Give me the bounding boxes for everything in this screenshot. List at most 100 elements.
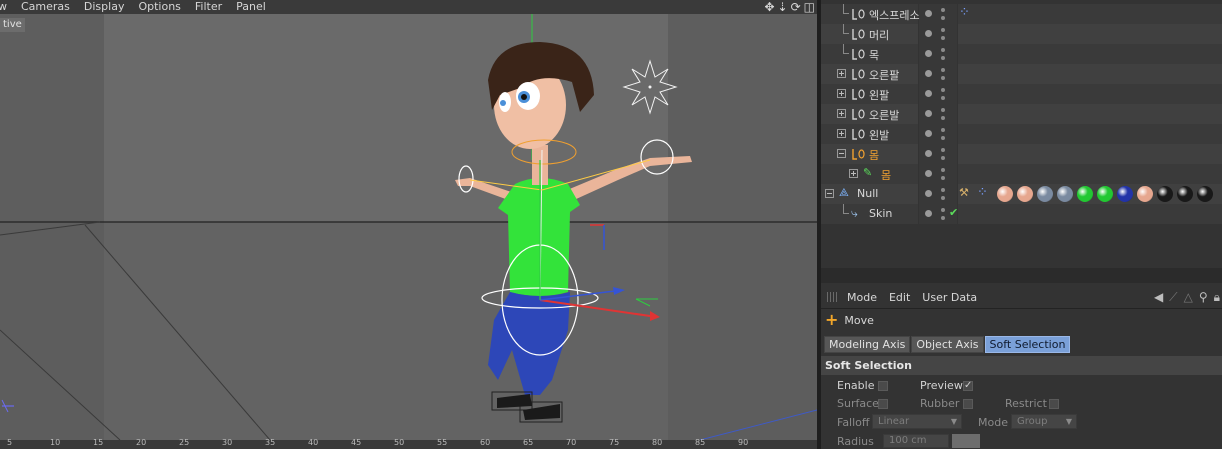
visibility-dot-icon[interactable] — [925, 30, 932, 37]
menu-view[interactable]: w — [0, 0, 7, 14]
render-dot-icon[interactable] — [941, 96, 945, 100]
render-dot-icon[interactable] — [941, 176, 945, 180]
surface-checkbox[interactable] — [878, 399, 888, 409]
render-dot-icon[interactable] — [941, 28, 945, 32]
visibility-dot-icon[interactable] — [925, 90, 932, 97]
black-mat-icon[interactable] — [1157, 186, 1173, 202]
render-dot-icon[interactable] — [941, 116, 945, 120]
visibility-dot-icon[interactable] — [925, 210, 932, 217]
visibility-dot-icon[interactable] — [925, 110, 932, 117]
render-dot-icon[interactable] — [941, 76, 945, 80]
expand-icon[interactable] — [849, 169, 858, 178]
tab-modeling-axis[interactable]: Modeling Axis — [824, 336, 911, 353]
object-row[interactable]: 목 — [821, 44, 1222, 64]
object-row[interactable]: ✎ 몸 — [821, 164, 1222, 184]
black-mat-icon[interactable] — [1197, 186, 1213, 202]
expand-icon[interactable] — [837, 129, 846, 138]
expand-icon[interactable] — [837, 109, 846, 118]
object-name[interactable]: 오른발 — [869, 107, 899, 123]
object-row[interactable]: 왼발 — [821, 124, 1222, 144]
arrow-left-icon[interactable]: ◀ — [1154, 290, 1163, 305]
object-manager[interactable]: 엑스프레소⁘머리목오른팔왼팔오른발왼발몸✎몸⟁Null⚒⁘⤷Skin✔ ◀ — [821, 0, 1222, 268]
object-row[interactable]: 오른발 — [821, 104, 1222, 124]
render-dot-icon[interactable] — [941, 8, 945, 12]
expand-icon[interactable] — [837, 69, 846, 78]
enable-checkbox[interactable] — [878, 381, 888, 391]
black-mat-icon[interactable] — [1177, 186, 1193, 202]
arrow-up-icon[interactable]: ⟋ — [1169, 290, 1177, 305]
zoom-icon[interactable]: ⇣ — [778, 0, 788, 14]
lock-icon[interactable]: 🔒︎ — [1214, 290, 1220, 305]
visibility-dot-icon[interactable] — [925, 50, 932, 57]
menu-cameras[interactable]: Cameras — [21, 0, 70, 14]
object-name[interactable]: Skin — [869, 207, 892, 220]
radius-field[interactable]: 100 cm — [883, 434, 949, 448]
viewport-panel[interactable]: w Cameras Display Options Filter Panel ✥… — [0, 0, 817, 449]
render-dot-icon[interactable] — [941, 148, 945, 152]
render-dot-icon[interactable] — [941, 196, 945, 200]
collapse-icon[interactable] — [825, 189, 834, 198]
phong-tag-icon[interactable]: ⚒ — [959, 186, 969, 199]
object-row[interactable]: 오른팔 — [821, 64, 1222, 84]
render-dot-icon[interactable] — [941, 16, 945, 20]
render-dot-icon[interactable] — [941, 216, 945, 220]
radius-slider[interactable] — [952, 434, 980, 448]
menu-user-data[interactable]: User Data — [922, 291, 977, 304]
object-row[interactable]: 엑스프레소 ⁘ — [821, 4, 1222, 24]
menu-panel[interactable]: Panel — [236, 0, 266, 14]
visibility-dot-icon[interactable] — [925, 190, 932, 197]
object-name[interactable]: 몸 — [869, 147, 879, 163]
skin-mat-icon[interactable] — [1137, 186, 1153, 202]
object-row[interactable]: ⤷ Skin ✔ — [821, 204, 1222, 224]
visibility-dot-icon[interactable] — [925, 10, 932, 17]
object-name[interactable]: 엑스프레소 — [869, 7, 920, 23]
object-name[interactable]: 몸 — [881, 167, 891, 183]
render-dot-icon[interactable] — [941, 168, 945, 172]
render-dot-icon[interactable] — [941, 208, 945, 212]
mode-dropdown[interactable]: Group ▼ — [1011, 414, 1077, 429]
eye-mat-icon[interactable] — [1057, 186, 1073, 202]
arrow-right-icon[interactable]: △ — [1184, 290, 1193, 305]
preview-checkbox[interactable]: ✓ — [963, 381, 973, 391]
visibility-dot-icon[interactable] — [925, 170, 932, 177]
menu-filter[interactable]: Filter — [195, 0, 222, 14]
menu-display[interactable]: Display — [84, 0, 125, 14]
render-dot-icon[interactable] — [941, 56, 945, 60]
render-dot-icon[interactable] — [941, 156, 945, 160]
dots-tag-icon[interactable]: ⁘ — [959, 5, 970, 20]
green-mat-icon[interactable] — [1077, 186, 1093, 202]
render-dot-icon[interactable] — [941, 68, 945, 72]
collapse-icon[interactable] — [837, 149, 846, 158]
object-name[interactable]: 오른팔 — [869, 67, 899, 83]
object-name[interactable]: 머리 — [869, 27, 889, 43]
dots-tag-icon[interactable]: ⁘ — [977, 185, 988, 200]
render-dot-icon[interactable] — [941, 108, 945, 112]
eye-mat-icon[interactable] — [1037, 186, 1053, 202]
maximize-icon[interactable]: ◫ — [804, 0, 815, 14]
render-dot-icon[interactable] — [941, 136, 945, 140]
object-row[interactable]: 몸 — [821, 144, 1222, 164]
object-name[interactable]: 왼팔 — [869, 87, 889, 103]
render-dot-icon[interactable] — [941, 88, 945, 92]
object-row[interactable]: ⟁ Null ⚒ ⁘ — [821, 184, 1222, 204]
timeline-ruler[interactable]: 5 10 15 20 25 30 35 40 45 50 55 60 65 70 75 80 85 90 — [0, 438, 817, 449]
grip-icon[interactable] — [827, 292, 839, 302]
object-name[interactable]: 목 — [869, 47, 879, 63]
object-name[interactable]: Null — [857, 187, 878, 200]
enabled-check-icon[interactable]: ✔ — [949, 206, 958, 219]
visibility-dot-icon[interactable] — [925, 130, 932, 137]
move-icon[interactable]: ✥ — [764, 0, 774, 14]
falloff-dropdown[interactable]: Linear ▼ — [872, 414, 962, 429]
menu-mode[interactable]: Mode — [847, 291, 877, 304]
visibility-dot-icon[interactable] — [925, 70, 932, 77]
search-icon[interactable]: ⚲ — [1199, 290, 1208, 305]
render-dot-icon[interactable] — [941, 36, 945, 40]
viewport-scene[interactable] — [0, 14, 817, 440]
skin-mat-icon[interactable] — [1017, 186, 1033, 202]
render-dot-icon[interactable] — [941, 48, 945, 52]
object-name[interactable]: 왼발 — [869, 127, 889, 143]
menu-edit[interactable]: Edit — [889, 291, 910, 304]
expand-icon[interactable] — [837, 89, 846, 98]
tab-object-axis[interactable]: Object Axis — [911, 336, 984, 353]
object-row[interactable]: 왼팔 — [821, 84, 1222, 104]
